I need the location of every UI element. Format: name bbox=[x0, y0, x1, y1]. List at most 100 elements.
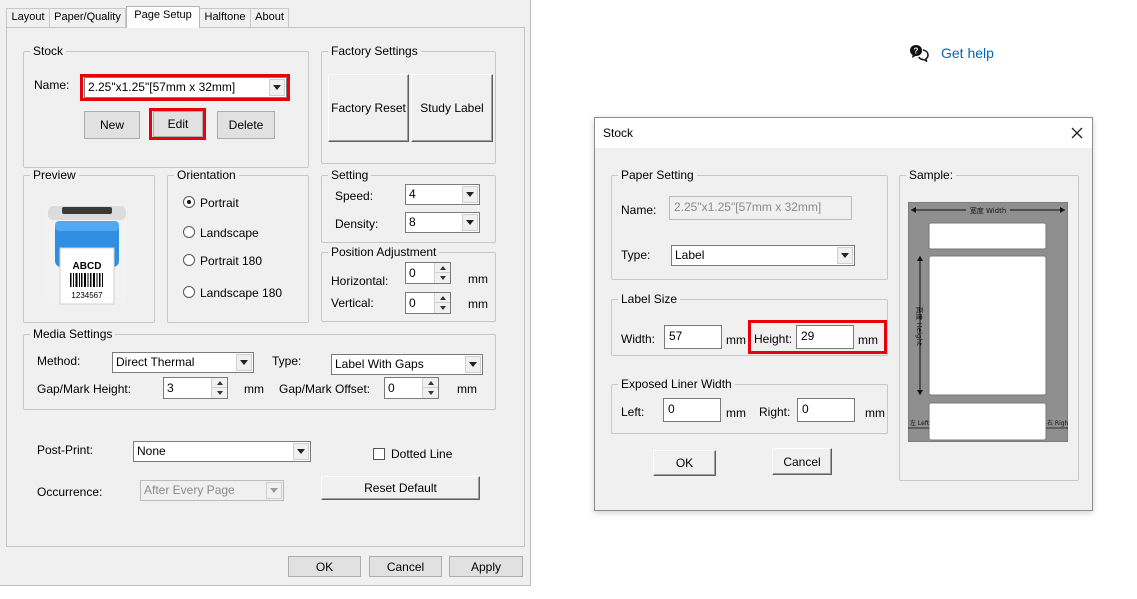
gap-height-stepper[interactable]: 3 bbox=[163, 377, 228, 399]
post-print-value: None bbox=[137, 444, 166, 458]
portrait-180-label: Portrait 180 bbox=[200, 254, 263, 268]
study-label-button[interactable]: Study Label bbox=[411, 74, 493, 142]
stock-cancel-button[interactable]: Cancel bbox=[772, 448, 832, 475]
sample-right-text: 右 Right bbox=[1047, 419, 1068, 427]
liner-right-field[interactable]: 0 bbox=[797, 398, 855, 422]
ok-button[interactable]: OK bbox=[288, 556, 361, 577]
vertical-label: Vertical: bbox=[331, 296, 374, 310]
liner-left-field[interactable]: 0 bbox=[663, 398, 721, 422]
apply-button[interactable]: Apply bbox=[449, 556, 523, 577]
occurrence-select[interactable]: After Every Page bbox=[140, 480, 284, 501]
preview-barcode-number: 1234567 bbox=[71, 291, 103, 300]
stepper-up-icon[interactable] bbox=[435, 263, 450, 273]
chevron-down-icon bbox=[465, 356, 481, 373]
post-print-select[interactable]: None bbox=[133, 441, 311, 462]
portrait-180-radio[interactable] bbox=[183, 254, 195, 266]
gap-offset-value: 0 bbox=[388, 381, 395, 395]
label-size-title: Label Size bbox=[618, 292, 681, 306]
sample-left-text: 左 Left bbox=[910, 419, 930, 427]
stepper-down-icon[interactable] bbox=[435, 273, 450, 283]
density-label: Density: bbox=[335, 217, 379, 231]
paper-name-label: Name: bbox=[621, 203, 657, 217]
preview-label-text: ABCD bbox=[73, 261, 102, 272]
stepper-down-icon[interactable] bbox=[435, 303, 450, 313]
stock-title-bar: Stock bbox=[595, 118, 1092, 148]
printer-preview-icon: ABCD 1234567 bbox=[47, 204, 127, 305]
chevron-down-icon bbox=[462, 214, 478, 231]
sample-width-text: 宽度 Width bbox=[970, 206, 1007, 215]
horizontal-value: 0 bbox=[409, 266, 416, 280]
width-field[interactable]: 57 bbox=[664, 325, 722, 349]
reset-default-button[interactable]: Reset Default bbox=[321, 476, 480, 500]
stepper-down-icon[interactable] bbox=[423, 388, 438, 398]
gap-height-label: Gap/Mark Height: bbox=[37, 382, 132, 396]
stepper-up-icon[interactable] bbox=[423, 378, 438, 388]
speed-select[interactable]: 4 bbox=[405, 184, 480, 205]
method-select[interactable]: Direct Thermal bbox=[112, 352, 254, 373]
stock-dialog: Stock Paper Setting Name: 2.25"x1.25"[57… bbox=[594, 117, 1093, 511]
dotted-line-checkbox[interactable] bbox=[373, 448, 385, 460]
tab-about[interactable]: About bbox=[250, 8, 289, 27]
paper-type-value: Label bbox=[675, 248, 705, 262]
horizontal-unit: mm bbox=[468, 272, 488, 286]
occurrence-label: Occurrence: bbox=[37, 485, 103, 499]
preview-title: Preview bbox=[30, 168, 79, 182]
stock-ok-button[interactable]: OK bbox=[653, 450, 716, 476]
dotted-line-label: Dotted Line bbox=[391, 447, 453, 461]
media-settings-title: Media Settings bbox=[30, 327, 116, 341]
paper-type-select[interactable]: Label bbox=[671, 245, 855, 266]
gap-height-unit: mm bbox=[244, 382, 264, 396]
paper-name-field[interactable]: 2.25"x1.25"[57mm x 32mm] bbox=[669, 196, 852, 220]
tab-paper-quality[interactable]: Paper/Quality bbox=[49, 8, 126, 27]
liner-right-label: Right: bbox=[759, 405, 791, 419]
width-unit: mm bbox=[726, 333, 746, 347]
speed-label: Speed: bbox=[335, 189, 374, 203]
horizontal-stepper[interactable]: 0 bbox=[405, 262, 451, 284]
chevron-down-icon bbox=[266, 482, 282, 499]
landscape-label: Landscape bbox=[200, 226, 259, 240]
liner-left-unit: mm bbox=[726, 406, 746, 420]
method-value: Direct Thermal bbox=[116, 355, 195, 369]
density-select[interactable]: 8 bbox=[405, 212, 480, 233]
landscape-radio[interactable] bbox=[183, 226, 195, 238]
occurrence-value: After Every Page bbox=[144, 483, 235, 497]
delete-button[interactable]: Delete bbox=[217, 111, 275, 139]
svg-text:?: ? bbox=[914, 47, 919, 56]
chat-help-icon[interactable]: ? bbox=[909, 44, 929, 62]
liner-left-label: Left: bbox=[621, 405, 645, 419]
highlight-height-field bbox=[748, 320, 887, 354]
density-value: 8 bbox=[409, 215, 416, 229]
width-label: Width: bbox=[621, 332, 656, 346]
stepper-up-icon[interactable] bbox=[212, 378, 227, 388]
setting-title: Setting bbox=[328, 168, 372, 182]
highlight-edit-button bbox=[149, 108, 206, 140]
new-button[interactable]: New bbox=[84, 111, 140, 139]
cancel-button[interactable]: Cancel bbox=[369, 556, 442, 577]
tab-page-setup[interactable]: Page Setup bbox=[126, 6, 200, 28]
exposed-liner-title: Exposed Liner Width bbox=[618, 377, 735, 391]
landscape-180-radio[interactable] bbox=[183, 286, 195, 298]
liner-right-unit: mm bbox=[865, 406, 885, 420]
vertical-value: 0 bbox=[409, 296, 416, 310]
stepper-down-icon[interactable] bbox=[212, 388, 227, 398]
factory-reset-button[interactable]: Factory Reset bbox=[328, 74, 409, 142]
printer-properties-dialog: Layout Paper/Quality Page Setup Halftone… bbox=[0, 0, 531, 586]
orientation-title: Orientation bbox=[174, 168, 239, 182]
gap-height-value: 3 bbox=[167, 381, 174, 395]
vertical-stepper[interactable]: 0 bbox=[405, 292, 451, 314]
tab-layout[interactable]: Layout bbox=[6, 8, 50, 27]
stepper-up-icon[interactable] bbox=[435, 293, 450, 303]
gap-offset-stepper[interactable]: 0 bbox=[384, 377, 439, 399]
get-help-link[interactable]: Get help bbox=[941, 45, 994, 61]
portrait-radio[interactable] bbox=[183, 196, 195, 208]
media-type-value: Label With Gaps bbox=[335, 357, 424, 371]
media-type-label: Type: bbox=[272, 354, 302, 368]
close-icon[interactable] bbox=[1068, 124, 1086, 142]
media-type-select[interactable]: Label With Gaps bbox=[331, 354, 483, 375]
tab-halftone[interactable]: Halftone bbox=[199, 8, 251, 27]
stock-name-label: Name: bbox=[34, 78, 70, 92]
gap-offset-unit: mm bbox=[457, 382, 477, 396]
stock-dialog-title: Stock bbox=[603, 126, 634, 140]
factory-settings-title: Factory Settings bbox=[328, 44, 421, 58]
vertical-unit: mm bbox=[468, 297, 488, 311]
